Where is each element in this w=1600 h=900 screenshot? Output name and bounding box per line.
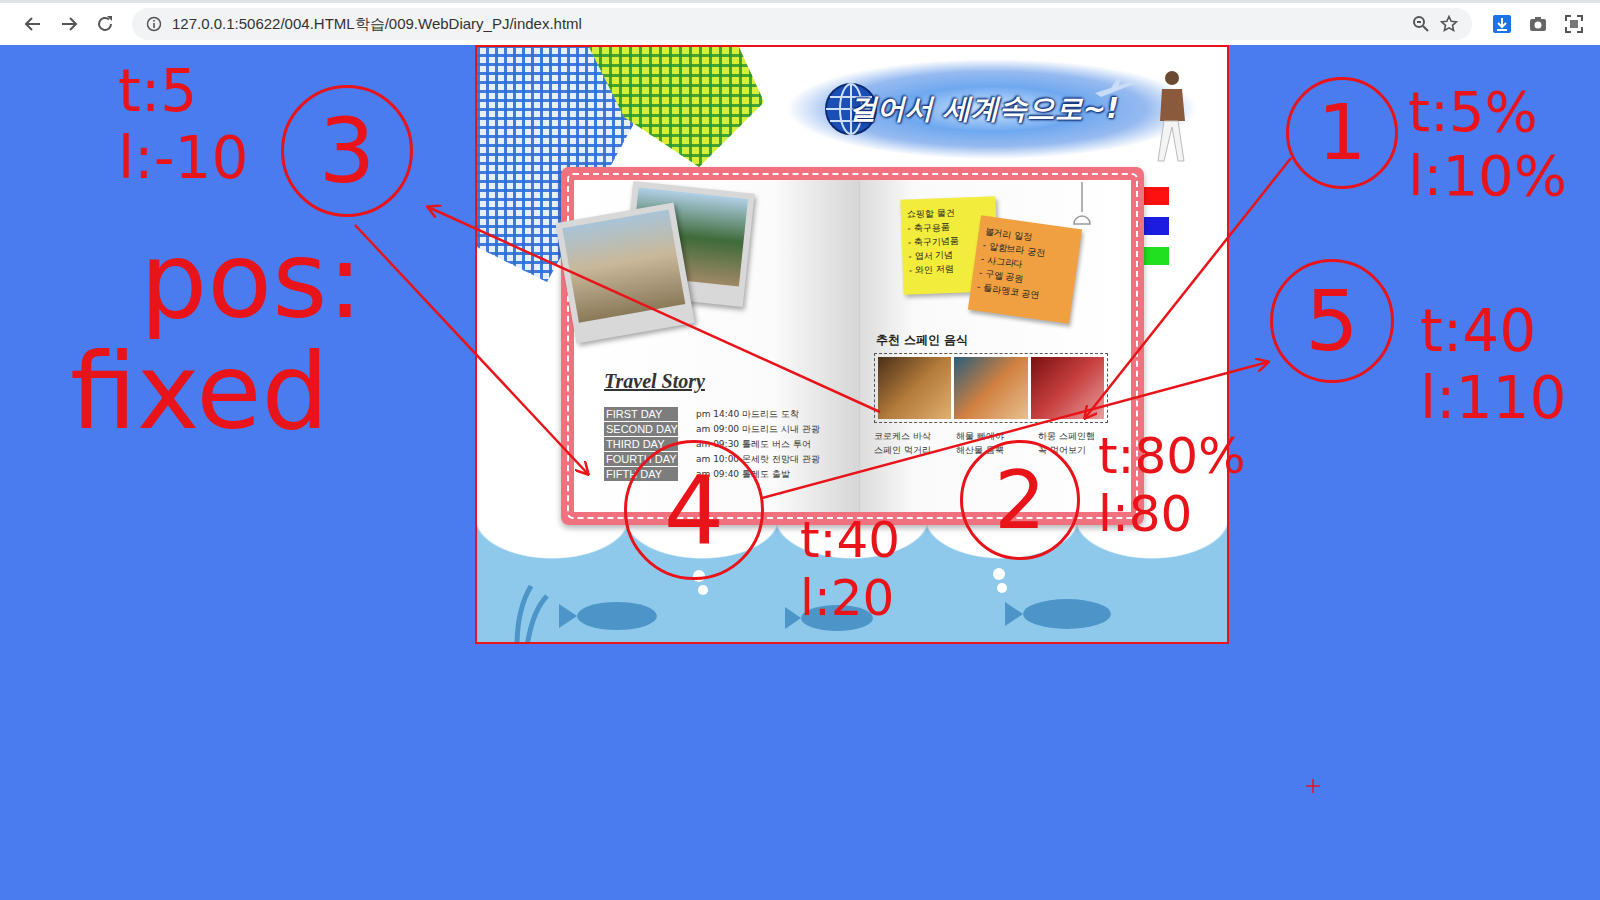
food-photo — [1031, 357, 1104, 419]
plan-text: am 09:00 마드리드 시내 관광 — [696, 423, 820, 436]
fish-icon — [477, 556, 1229, 644]
download-icon[interactable] — [1492, 14, 1512, 34]
reload-icon — [96, 15, 114, 33]
reload-button[interactable] — [90, 9, 120, 39]
day-label: FIFTH DAY — [604, 467, 678, 481]
annotation-circle: 1 — [1286, 77, 1398, 189]
forward-arrow-icon — [60, 15, 78, 33]
schedule-list: FIRST DAY pm 14:40 마드리드 도착 SECOND DAY am 09… — [604, 407, 851, 481]
travel-photo — [555, 203, 694, 344]
annotation-arrow — [355, 225, 588, 474]
position-note: pos:fixed — [70, 225, 363, 448]
annotation-arrow — [428, 207, 880, 412]
annotation-label: t:5%l:10% — [1408, 80, 1567, 209]
plan-text: am 09:30 톨레도 버스 투어 — [696, 438, 811, 451]
back-arrow-icon — [24, 15, 42, 33]
screen: 127.0.0.1:50622/004.HTML학습/009.WebDiary_… — [0, 0, 1600, 900]
day-label: THIRD DAY — [604, 437, 678, 451]
day-label: FIRST DAY — [604, 407, 678, 421]
schedule-row: SECOND DAY am 09:00 마드리드 시내 관광 — [604, 422, 851, 436]
title-banner: 걸어서 세계속으로~! — [787, 59, 1197, 159]
annotation-circle: 5 — [1270, 259, 1394, 383]
screenshot-icon[interactable] — [1564, 14, 1584, 34]
banner-title: 걸어서 세계속으로~! — [849, 90, 1119, 128]
food-caption: 코로케스 바삭스페인 먹거리 — [874, 429, 950, 457]
star-icon[interactable] — [1440, 15, 1458, 33]
diary-frame: 걸어서 세계속으로~! Travel Story FIRST DAY pm 14:40… — [475, 45, 1229, 644]
food-photo — [954, 357, 1027, 419]
plan-text: pm 14:40 마드리드 도착 — [696, 408, 799, 421]
forward-button[interactable] — [54, 9, 84, 39]
annotation-circle: 3 — [281, 85, 413, 217]
annotation-arrow — [1085, 158, 1291, 418]
food-photos — [874, 353, 1108, 423]
url-text: 127.0.0.1:50622/004.HTML학습/009.WebDiary_… — [172, 15, 582, 34]
web-page: 걸어서 세계속으로~! Travel Story FIRST DAY pm 14:40… — [0, 45, 1600, 900]
back-button[interactable] — [18, 9, 48, 39]
day-label: SECOND DAY — [604, 422, 678, 436]
plan-text: am 09:40 톨레도 출발 — [696, 468, 790, 481]
day-label: FOURTH DAY — [604, 452, 678, 466]
right-page: 쇼핑할 물건- 축구용품- 축구기념품- 엽서 기념- 와인 저렴볼거리 일정-… — [860, 180, 1131, 512]
sea-background — [477, 517, 1227, 644]
food-photo — [878, 357, 951, 419]
camera-icon[interactable] — [1528, 14, 1548, 34]
plan-text: am 10:00 몬세랏 전망대 관광 — [696, 453, 820, 466]
food-caption: 해물 빠에야해산물 듬뿍 — [956, 429, 1032, 457]
annotation-label: t:5l:-10 — [118, 58, 248, 191]
food-caption: 하몽 스페인햄꼭 먹어보기 — [1038, 429, 1114, 457]
lamp-icon — [1071, 182, 1093, 232]
food-captions: 코로케스 바삭스페인 먹거리해물 빠에야해산물 듬뿍하몽 스페인햄꼭 먹어보기 — [874, 429, 1114, 457]
airplane-icon — [1093, 77, 1137, 103]
annotation-arrow — [762, 362, 1268, 498]
notes-area: 쇼핑할 물건- 축구용품- 축구기념품- 엽서 기념- 와인 저렴볼거리 일정-… — [874, 180, 1121, 326]
address-bar[interactable]: 127.0.0.1:50622/004.HTML학습/009.WebDiary_… — [132, 8, 1472, 40]
zoom-icon[interactable] — [1412, 15, 1430, 33]
schedule-row: FOURTH DAY am 10:00 몬세랏 전망대 관광 — [604, 452, 851, 466]
story-title: Travel Story — [604, 370, 851, 393]
info-icon — [146, 16, 162, 32]
annotation-label: t:40l:110 — [1420, 298, 1566, 431]
schedule-row: FIRST DAY pm 14:40 마드리드 도착 — [604, 407, 851, 421]
cursor-icon — [1306, 779, 1320, 793]
schedule-row: FIFTH DAY am 09:40 톨레도 출발 — [604, 467, 851, 481]
food-title: 추천 스페인 음식 — [876, 332, 1121, 349]
browser-toolbar: 127.0.0.1:50622/004.HTML학습/009.WebDiary_… — [0, 0, 1600, 45]
schedule-row: THIRD DAY am 09:30 톨레도 버스 투어 — [604, 437, 851, 451]
walking-man-icon — [1152, 69, 1192, 165]
sticky-note: 볼거리 일정- 알함브라 궁전- 사그라다- 구엘 공원- 플라멩코 공연 — [968, 215, 1082, 323]
extension-bar — [1478, 14, 1590, 34]
